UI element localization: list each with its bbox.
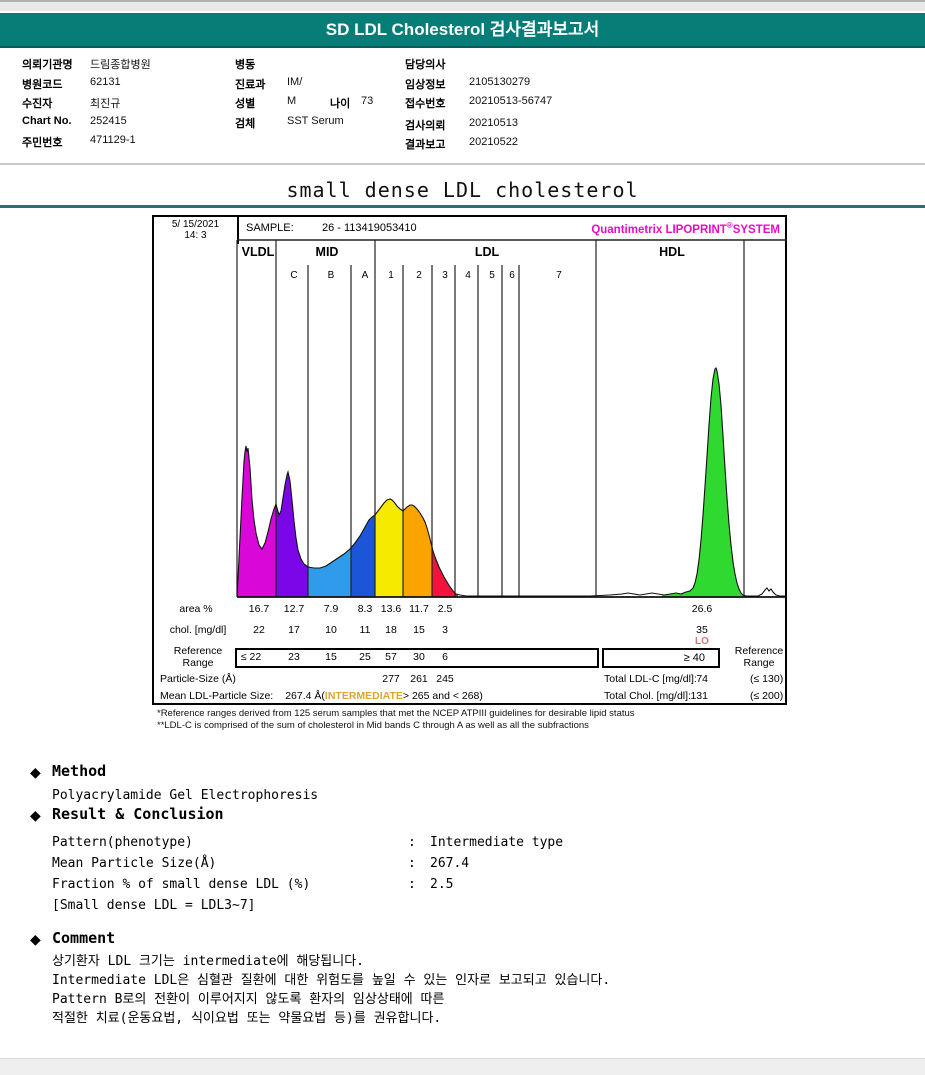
comment-line: 상기환자 LDL 크기는 intermediate에 해당됩니다. [52,954,365,969]
comment-heading: Comment [52,929,116,947]
diamond-bullet-icon: ◆ [30,807,41,823]
title-rule [0,205,925,208]
chart-time: 14: 3 [184,230,207,241]
chol-value: 35 [696,624,708,636]
result-note: [Small dense LDL = LDL3~7] [52,898,256,913]
ref-range-label: Range [743,657,775,669]
field-value: SST Serum [287,115,344,127]
field-value: 20210513 [469,117,518,129]
comment-line: Intermediate LDL은 심혈관 질환에 대한 위험도를 높일 수 있… [52,973,611,988]
total-ldl-value: 74 [696,673,708,685]
field-label: 임상정보 [405,79,446,91]
result-row-value: 2.5 [430,877,454,892]
band-fill-A [351,515,375,597]
chart-datetime: 5/ 15/2021 14: 3 [154,217,239,244]
lipoprint-chart: 5/ 15/2021 14: 3 SAMPLE: 26 - 1134190534… [152,215,787,705]
field-label: 담당의사 [405,59,446,71]
field-label: 접수번호 [405,98,446,110]
ref-range-label: Reference [734,645,784,657]
field-value: 62131 [90,76,121,88]
area-value: 26.6 [691,603,713,615]
band-fill-3 [432,547,458,597]
result-row-value: 267.4 [430,856,470,871]
field-value: IM/ [287,76,303,88]
mean-label: Mean LDL-Particle Size: [160,690,274,702]
field-label: 주민번호 [22,137,63,149]
ref-value: ≤ 22 [240,651,262,663]
report-title-bar: SD LDL Cholesterol 검사결과보고서 [0,13,925,48]
total-chol-ref: (≤ 200) [750,690,784,702]
field-label: 수진자 [22,98,53,110]
field-label: 진료과 [235,79,266,91]
field-label: 병동 [235,59,256,71]
field-label: 병원코드 [22,79,63,91]
field-value: M [287,95,297,107]
footnote-2: **LDL-C is comprised of the sum of chole… [157,720,589,731]
field-value: 20210522 [469,136,518,148]
total-chol-value: 131 [690,690,708,702]
mean-particle-size-row: Mean LDL-Particle Size: 267.4 Å(INTERMEDI… [160,690,483,702]
band-fill-B [308,547,351,597]
sample-label: SAMPLE: [246,222,294,234]
section-divider [0,163,925,166]
row-label-area: area % [179,603,213,615]
result-heading: Result & Conclusion [52,805,224,823]
field-label: 나이 [330,98,351,110]
field-label: 검사의뢰 [405,120,446,132]
field-label: 성별 [235,98,256,110]
result-row-value: Intermediate type [430,835,564,850]
comment-line: 적절한 치료(운동요법, 식이요법 또는 약물요법 등)를 권유합니다. [52,1011,442,1026]
field-value: 73 [361,95,374,107]
particle-size-value: 245 [436,673,454,685]
area-value: 2.5 [437,603,453,615]
field-label: 검체 [235,118,256,130]
field-label: 의뢰기관명 [22,59,73,71]
band-fill-1 [375,499,403,597]
top-strip [0,0,925,11]
reference-range-box-hdl: ≥ 40 [602,648,720,668]
result-row-label: Pattern(phenotype) [52,835,193,850]
footnote-1: *Reference ranges derived from 125 serum… [157,708,635,719]
band-fill-2 [403,505,432,597]
electrophoresis-plot [236,239,787,598]
row-label-chol: chol. [mg/dl] [169,624,227,636]
report-title: SD LDL Cholesterol 검사결과보고서 [325,20,600,39]
ref-range-label: Reference [173,645,223,657]
bottom-strip [0,1058,925,1075]
ref-value: 6 [442,651,448,663]
field-label: 결과보고 [405,139,446,151]
mean-range: > 265 and < 268) [402,690,483,702]
field-value: 최진규 [90,98,121,110]
total-ldl-ref: (≤ 130) [750,673,784,685]
chol-value: 3 [442,624,448,636]
diamond-bullet-icon: ◆ [30,931,41,947]
method-heading: Method [52,762,107,780]
band-fill-C [276,472,308,597]
low-flag: LO [695,636,709,647]
chart-date: 5/ 15/2021 [171,219,220,230]
field-value: 20210513-56747 [469,95,553,107]
field-value: 252415 [90,115,127,127]
mean-value: 267.4 Å [285,690,322,702]
method-body: Polyacrylamide Gel Electrophoresis [52,788,319,803]
field-label: Chart No. [22,115,72,127]
comment-line: Pattern B로의 전환이 이루어지지 않도록 환자의 임상상태에 따른 [52,992,445,1007]
mean-interpretation: INTERMEDIATE [324,690,403,702]
field-value: 드림종합병원 [90,59,151,71]
field-value: 2105130279 [469,76,531,88]
brand-logo: Quantimetrix LIPOPRINT®SYSTEM [591,221,780,236]
sample-value: 26 - 113419053410 [322,222,417,234]
row-label-particle-size: Particle-Size (Å) [160,673,236,685]
field-value: 471129-1 [90,134,136,146]
page-title: small dense LDL cholesterol [286,178,639,202]
ref-range-label: Range [182,657,214,669]
result-row-label: Mean Particle Size(Å) [52,856,217,871]
result-row-label: Fraction % of small dense LDL (%) [52,877,311,892]
diamond-bullet-icon: ◆ [30,764,41,780]
